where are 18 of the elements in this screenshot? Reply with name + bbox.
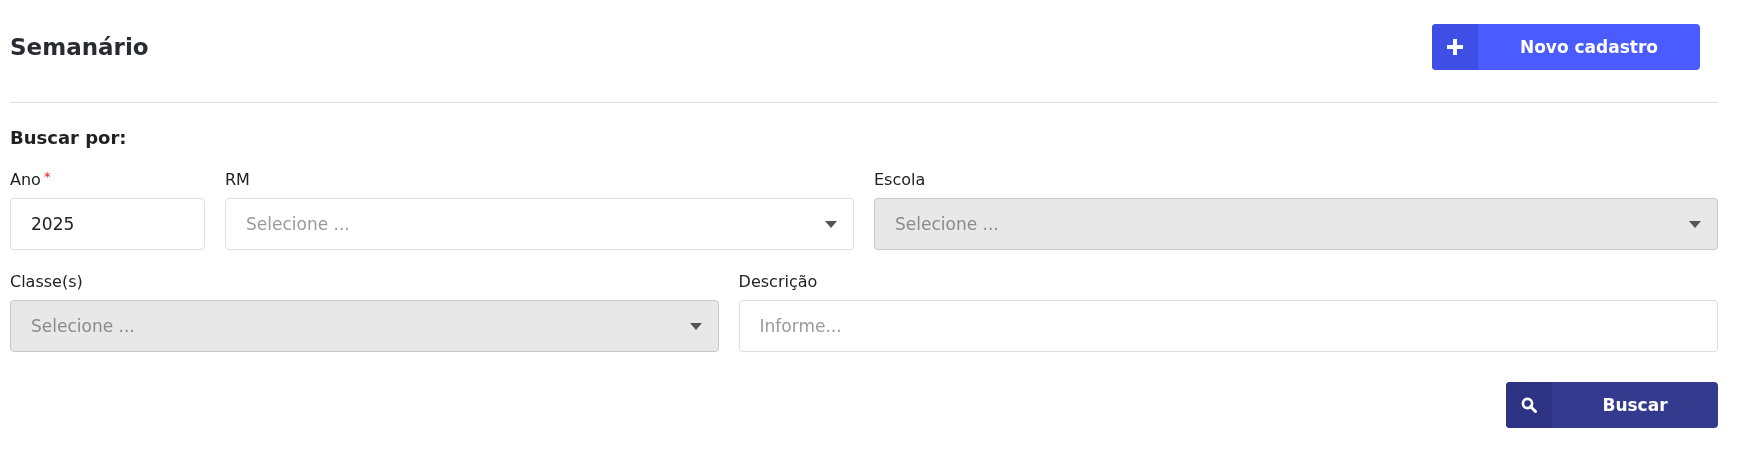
field-label: Descrição [738,272,818,291]
search-button[interactable]: Buscar [1506,382,1718,428]
caret-icon [825,220,837,228]
input-field[interactable]: 2025 [10,198,205,250]
section-heading: Buscar por: [10,127,128,148]
caret-icon [1689,220,1701,228]
select-field[interactable]: Selecione ... [225,198,854,250]
field-label: Classe(s) [10,272,83,291]
field-label: Escola [874,170,926,189]
plus-icon [1447,39,1463,55]
page-title: Semanário [10,34,149,60]
caret-icon [689,322,702,330]
required-mark: * [43,170,51,183]
field-label: RM [225,170,250,189]
search-icon [1521,397,1537,413]
new-record-button[interactable]: Novo cadastro [1432,24,1700,70]
field-label: Ano [10,170,41,189]
input-field[interactable]: Informe... [738,300,1718,352]
